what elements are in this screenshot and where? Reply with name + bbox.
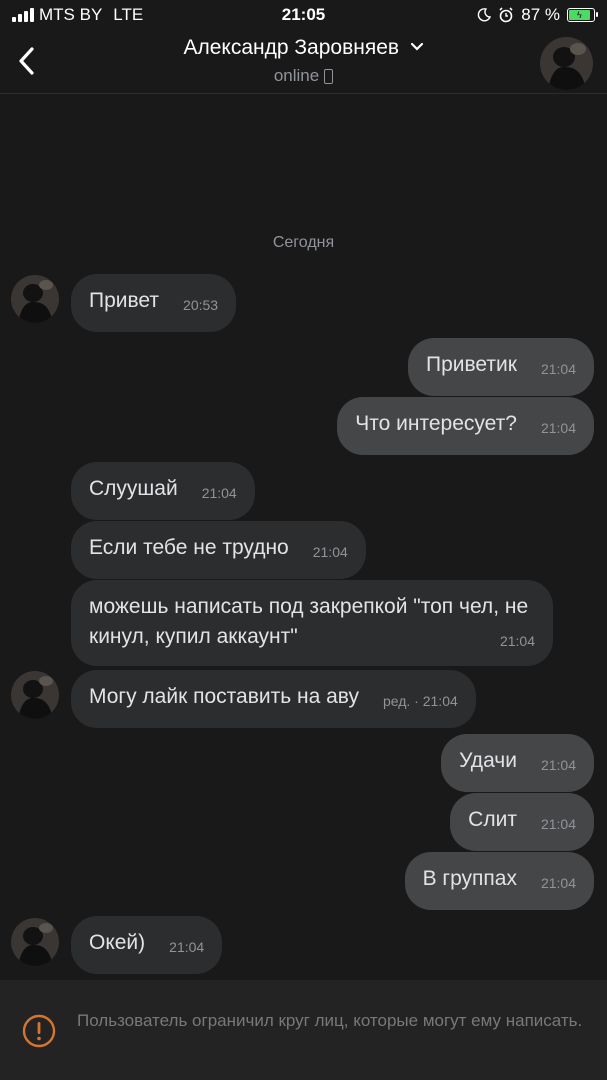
message-time: 21:04 (540, 757, 576, 773)
battery-charging-icon: ϟ (569, 10, 590, 20)
message-text: Слит (468, 808, 517, 831)
restriction-notice: Пользователь ограничил круг лиц, которые… (0, 980, 607, 1080)
battery-percent: 87 % (521, 5, 560, 24)
message-text: Приветик (426, 353, 517, 376)
message-bubble-incoming[interactable]: Привет 20:53 (71, 274, 237, 332)
chat-header: Александр Заровняев online (0, 30, 607, 94)
message-bubble-incoming[interactable]: можешь написать под закрепкой "топ чел, … (71, 580, 553, 666)
status-bar: MTS BY LTE 21:05 87 % ϟ (0, 0, 607, 30)
message-bubble-incoming[interactable]: Окей) 21:04 (71, 916, 223, 974)
message-time: 21:04 (499, 633, 535, 649)
message-bubble-outgoing[interactable]: Удачи 21:04 (441, 734, 594, 792)
message-text: Окей) (89, 931, 146, 954)
message-bubble-incoming[interactable]: Если тебе не трудно 21:04 (71, 521, 366, 579)
contact-name[interactable]: Александр Заровняев (183, 36, 399, 59)
message-time: 21:04 (312, 544, 348, 560)
message-bubble-outgoing[interactable]: Что интересует? 21:04 (337, 397, 594, 455)
status-icons: 87 % ϟ (477, 5, 598, 25)
online-status: online (273, 66, 320, 85)
message-time: 21:04 (540, 420, 576, 436)
phone-icon (324, 68, 334, 84)
avatar[interactable] (540, 37, 593, 90)
notice-text: Пользователь ограничил круг лиц, которые… (77, 1011, 583, 1030)
chat-title[interactable]: Александр Заровняев online (0, 36, 607, 86)
message-bubble-outgoing[interactable]: Приветик 21:04 (408, 338, 594, 396)
message-text: Привет (89, 289, 160, 312)
avatar[interactable] (11, 671, 59, 719)
message-time: ред. · 21:04 (382, 693, 458, 709)
avatar[interactable] (11, 918, 59, 966)
message-bubble-incoming[interactable]: Слуушай 21:04 (71, 462, 255, 520)
avatar[interactable] (11, 275, 59, 323)
battery-icon: ϟ (567, 8, 598, 22)
message-time: 21:04 (169, 939, 205, 955)
message-time: 20:53 (183, 297, 219, 313)
message-bubble-outgoing[interactable]: Слит 21:04 (450, 793, 594, 851)
message-bubble-incoming[interactable]: Могу лайк поставить на аву ред. · 21:04 (71, 670, 476, 728)
date-separator: Сегодня (272, 234, 335, 251)
message-list[interactable]: Сегодня Привет 20:53 Приветик 21:04 Что ин… (0, 95, 607, 980)
message-text: Что интересует? (355, 412, 517, 435)
message-text: Удачи (459, 749, 517, 772)
message-time: 21:04 (540, 816, 576, 832)
chevron-down-icon[interactable] (410, 42, 424, 51)
message-text: Если тебе не трудно (89, 536, 289, 559)
message-text: Могу лайк поставить на аву (89, 685, 359, 708)
moon-icon (478, 8, 492, 22)
message-time: 21:04 (540, 875, 576, 891)
message-text: можешь написать под закрепкой "топ чел, … (89, 595, 529, 648)
message-time: 21:04 (540, 361, 576, 377)
warning-icon (22, 1014, 56, 1048)
message-time: 21:04 (201, 485, 237, 501)
message-bubble-outgoing[interactable]: В группах 21:04 (404, 852, 594, 910)
alarm-icon (499, 7, 513, 23)
message-text: В группах (422, 867, 517, 890)
message-text: Слуушай (89, 477, 178, 500)
